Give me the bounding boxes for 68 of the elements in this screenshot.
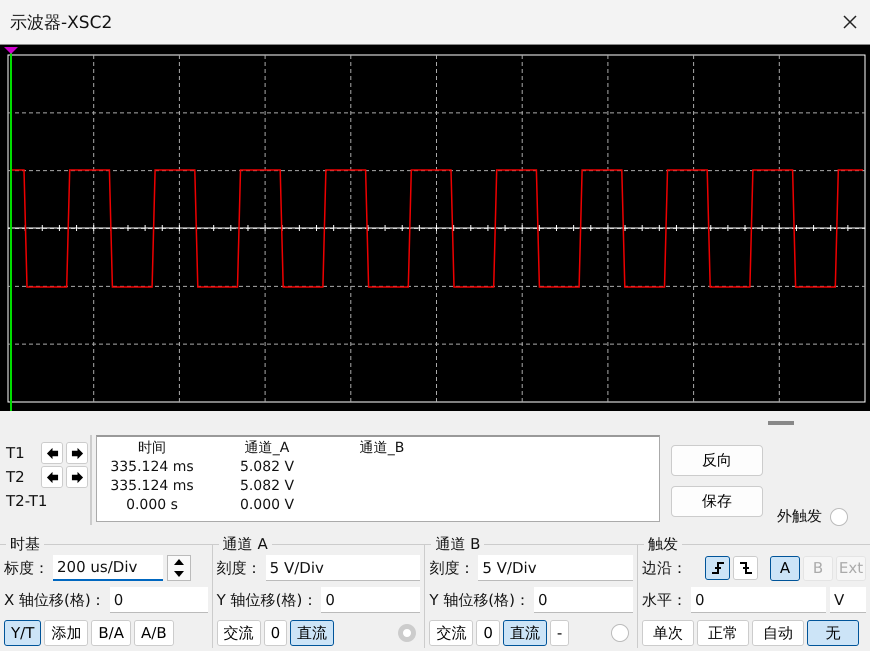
- radio-button[interactable]: [830, 508, 848, 526]
- mode-button[interactable]: 添加: [44, 620, 88, 646]
- group-title: 时基: [9, 535, 41, 554]
- coupling-button[interactable]: 直流: [290, 620, 334, 646]
- coupling-button[interactable]: 交流: [429, 620, 474, 646]
- level-field[interactable]: 0: [691, 587, 826, 613]
- coupling-button[interactable]: 0: [264, 620, 288, 646]
- field-label: 刻度：: [429, 558, 474, 578]
- window-title: 示波器-XSC2: [10, 12, 112, 34]
- move-left-button[interactable]: [41, 442, 63, 464]
- left-arrow-icon: [46, 470, 58, 484]
- trigger-mode-button[interactable]: 自动: [752, 620, 804, 646]
- column-header: 时间: [137, 439, 167, 458]
- trigger-mode-button[interactable]: 无: [807, 620, 860, 646]
- field-label: 水平：: [642, 590, 688, 610]
- falling-edge-button[interactable]: [733, 556, 758, 580]
- save-button[interactable]: 保存: [671, 486, 763, 517]
- cursor-label: T2: [6, 468, 26, 486]
- group-title: 通道 A: [222, 535, 269, 554]
- trigger-mode-button[interactable]: 单次: [642, 620, 694, 646]
- field-label: Y 轴位移(格)：: [216, 590, 318, 610]
- left-arrow-icon: [46, 446, 58, 460]
- coupling-button[interactable]: 交流: [216, 620, 261, 646]
- move-right-button[interactable]: [66, 442, 88, 464]
- column-header: 通道_A: [244, 439, 290, 458]
- scale-field[interactable]: 5 V/Div: [478, 555, 634, 581]
- offset-field[interactable]: 0: [110, 587, 208, 613]
- close-icon[interactable]: [842, 14, 858, 30]
- coupling-button[interactable]: 直流: [502, 620, 547, 646]
- coupling-button[interactable]: -: [550, 620, 570, 646]
- source-button[interactable]: A: [770, 556, 800, 580]
- field-label: Y 轴位移(格)：: [429, 590, 530, 610]
- time-cell-text: 0.000 s: [125, 496, 179, 515]
- coupling-button[interactable]: 0: [476, 620, 500, 646]
- right-arrow-icon: [70, 446, 84, 460]
- falling-edge-icon: [738, 561, 753, 575]
- field-label: 边沿：: [642, 558, 688, 578]
- field-label: X 轴位移(格)：: [4, 590, 106, 610]
- resize-handle[interactable]: [768, 421, 794, 425]
- scale-field[interactable]: 5 V/Div: [266, 555, 420, 581]
- move-left-button[interactable]: [41, 466, 63, 488]
- cursor-label: T2-T1: [6, 492, 48, 510]
- unit-field[interactable]: V: [830, 587, 866, 613]
- cursor-label: T1: [6, 444, 26, 462]
- value-cell-text: 5.082 V: [238, 458, 296, 477]
- value-cell-text: 0.000 V: [238, 496, 296, 515]
- move-right-button[interactable]: [66, 466, 88, 488]
- mode-button[interactable]: Y/T: [4, 620, 42, 646]
- value-cell-text: 5.082 V: [238, 477, 296, 496]
- offset-field[interactable]: 0: [321, 587, 420, 613]
- column-header: 通道_B: [358, 439, 406, 458]
- scale-field[interactable]: 200 us/Div: [53, 555, 163, 581]
- group-title: 触发: [647, 535, 680, 554]
- trigger-mode-button[interactable]: 正常: [697, 620, 750, 646]
- group-title: 通道 B: [434, 535, 482, 554]
- time-cell-text: 335.124 ms: [109, 477, 195, 496]
- right-arrow-icon: [70, 470, 84, 484]
- rising-edge-button[interactable]: [705, 556, 730, 580]
- field-label: 刻度：: [216, 558, 262, 578]
- field-label: 标度：: [4, 558, 49, 578]
- mode-button[interactable]: B/A: [91, 620, 131, 646]
- reverse-button[interactable]: 反向: [671, 445, 763, 476]
- offset-field[interactable]: 0: [534, 587, 634, 613]
- rising-edge-icon: [710, 561, 725, 575]
- mode-button[interactable]: A/B: [134, 620, 174, 646]
- spinner-icon[interactable]: [167, 555, 191, 581]
- time-cell-text: 335.124 ms: [109, 458, 195, 477]
- external-trigger-label: 外触发: [777, 507, 822, 526]
